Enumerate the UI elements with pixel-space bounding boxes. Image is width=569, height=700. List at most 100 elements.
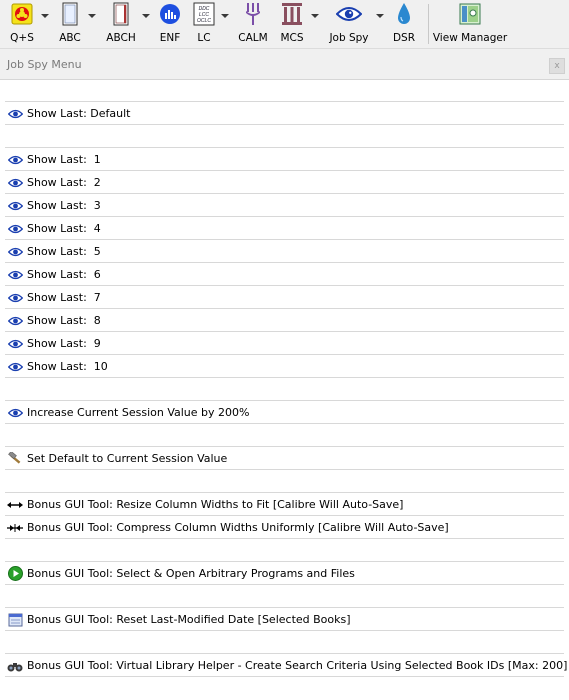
chevron-down-icon[interactable] bbox=[311, 14, 319, 18]
menu-item-show-last-8[interactable]: Show Last: 8 bbox=[5, 310, 564, 332]
toolbar-label-qs: Q+S bbox=[10, 32, 34, 44]
menu-item-show-last-5[interactable]: Show Last: 5 bbox=[5, 241, 564, 263]
toolbar-button-qs[interactable]: Q+S bbox=[7, 0, 37, 48]
menu-item-show-last-4[interactable]: Show Last: 4 bbox=[5, 218, 564, 240]
eye-icon bbox=[7, 245, 23, 259]
menu-item-show-last-10[interactable]: Show Last: 10 bbox=[5, 356, 564, 378]
chevron-down-icon[interactable] bbox=[88, 14, 96, 18]
list-separator-row bbox=[5, 471, 564, 493]
job-spy-menu-list: Show Last: Default Show Last: 1 Show Las… bbox=[0, 79, 569, 700]
eye-icon bbox=[7, 337, 23, 351]
eye-icon bbox=[7, 406, 23, 420]
menu-item-label: Show Last: 1 bbox=[27, 153, 101, 166]
panel-title: Job Spy Menu bbox=[7, 58, 82, 71]
menu-item-label: Show Last: 8 bbox=[27, 314, 101, 327]
list-separator-row bbox=[5, 126, 564, 148]
toolbar-button-view-manager[interactable]: View Manager bbox=[432, 0, 508, 48]
chevron-down-icon[interactable] bbox=[41, 14, 49, 18]
toolbar-button-abc[interactable]: ABC bbox=[56, 0, 84, 48]
toolbar-button-calm[interactable]: CALM bbox=[238, 0, 268, 48]
menu-item-label: Bonus GUI Tool: Compress Column Widths U… bbox=[27, 521, 449, 534]
chevron-down-icon[interactable] bbox=[142, 14, 150, 18]
biohazard-icon bbox=[11, 2, 33, 26]
menu-item-show-last-6[interactable]: Show Last: 6 bbox=[5, 264, 564, 286]
list-separator-row bbox=[5, 425, 564, 447]
play-icon bbox=[7, 566, 23, 581]
toolbar-label-lc: LC bbox=[197, 32, 211, 44]
svg-text:OCLC: OCLC bbox=[197, 18, 211, 24]
menu-item-show-last-9[interactable]: Show Last: 9 bbox=[5, 333, 564, 355]
binoculars-icon bbox=[7, 659, 23, 673]
compress-arrows-icon bbox=[7, 521, 23, 535]
toolbar-label-abch: ABCH bbox=[106, 32, 136, 44]
list-separator-row bbox=[5, 540, 564, 562]
view-manager-icon bbox=[459, 2, 481, 26]
menu-item-virtual-library-helper[interactable]: Bonus GUI Tool: Virtual Library Helper -… bbox=[5, 655, 568, 677]
toolbar-separator bbox=[428, 4, 429, 44]
toolbar: Q+S ABC ABCH ENF DDC LCC OCLC LC CALM MC… bbox=[0, 0, 569, 49]
hammer-icon bbox=[7, 451, 23, 466]
close-button[interactable]: x bbox=[549, 58, 565, 74]
calendar-icon bbox=[7, 613, 23, 627]
eye-icon bbox=[7, 291, 23, 305]
menu-item-label: Bonus GUI Tool: Reset Last-Modified Date… bbox=[27, 613, 351, 626]
toolbar-button-dsr[interactable]: DSR bbox=[392, 0, 416, 48]
toolbar-label-job-spy: Job Spy bbox=[329, 32, 369, 44]
toolbar-label-enf: ENF bbox=[159, 32, 181, 44]
eye-icon bbox=[7, 268, 23, 282]
toolbar-button-mcs[interactable]: MCS bbox=[279, 0, 305, 48]
list-separator-row bbox=[5, 379, 564, 401]
chevron-down-icon[interactable] bbox=[221, 14, 229, 18]
chevron-down-icon[interactable] bbox=[376, 14, 384, 18]
eye-icon bbox=[7, 153, 23, 167]
menu-item-label: Show Last: 3 bbox=[27, 199, 101, 212]
menu-item-label: Show Last: Default bbox=[27, 107, 131, 120]
water-drop-icon bbox=[393, 2, 415, 26]
menu-item-increase-session-value[interactable]: Increase Current Session Value by 200% bbox=[5, 402, 564, 424]
menu-item-label: Show Last: 6 bbox=[27, 268, 101, 281]
menu-item-show-last-7[interactable]: Show Last: 7 bbox=[5, 287, 564, 309]
menu-item-compress-columns[interactable]: Bonus GUI Tool: Compress Column Widths U… bbox=[5, 517, 564, 539]
toolbar-label-calm: CALM bbox=[238, 32, 268, 44]
menu-item-label: Show Last: 9 bbox=[27, 337, 101, 350]
catalog-card-icon: DDC LCC OCLC bbox=[193, 2, 215, 26]
toolbar-label-view-manager: View Manager bbox=[432, 32, 508, 44]
toolbar-button-enf[interactable]: ENF bbox=[157, 0, 183, 48]
menu-item-show-last-1[interactable]: Show Last: 1 bbox=[5, 149, 564, 171]
pillar-icon bbox=[281, 2, 303, 26]
list-separator-row bbox=[5, 80, 564, 102]
menu-item-show-last-default[interactable]: Show Last: Default bbox=[5, 103, 564, 125]
book-icon bbox=[59, 2, 81, 26]
menu-item-label: Bonus GUI Tool: Virtual Library Helper -… bbox=[27, 659, 568, 672]
eye-icon bbox=[7, 222, 23, 236]
toolbar-label-dsr: DSR bbox=[392, 32, 416, 44]
toolbar-button-job-spy[interactable]: Job Spy bbox=[329, 0, 369, 48]
menu-item-label: Show Last: 10 bbox=[27, 360, 108, 373]
fork-icon bbox=[242, 2, 264, 26]
menu-item-label: Increase Current Session Value by 200% bbox=[27, 406, 250, 419]
eye-icon bbox=[7, 360, 23, 374]
menu-item-show-last-2[interactable]: Show Last: 2 bbox=[5, 172, 564, 194]
book-icon bbox=[110, 2, 132, 26]
menu-item-label: Show Last: 5 bbox=[27, 245, 101, 258]
eye-icon bbox=[7, 107, 23, 121]
eye-icon bbox=[7, 176, 23, 190]
menu-item-show-last-3[interactable]: Show Last: 3 bbox=[5, 195, 564, 217]
toolbar-button-lc[interactable]: DDC LCC OCLC LC bbox=[192, 0, 216, 48]
menu-item-label: Show Last: 2 bbox=[27, 176, 101, 189]
menu-item-open-programs[interactable]: Bonus GUI Tool: Select & Open Arbitrary … bbox=[5, 563, 564, 585]
list-separator-row bbox=[5, 586, 564, 608]
menu-item-reset-date[interactable]: Bonus GUI Tool: Reset Last-Modified Date… bbox=[5, 609, 564, 631]
panel-header: Job Spy Menu bbox=[0, 50, 569, 78]
menu-item-label: Bonus GUI Tool: Select & Open Arbitrary … bbox=[27, 567, 355, 580]
toolbar-label-abc: ABC bbox=[59, 32, 81, 44]
menu-item-label: Set Default to Current Session Value bbox=[27, 452, 228, 465]
list-separator-row bbox=[5, 632, 564, 654]
toolbar-label-mcs: MCS bbox=[280, 32, 304, 44]
bar-chart-icon bbox=[159, 2, 181, 26]
eye-icon bbox=[336, 2, 362, 26]
menu-item-set-default[interactable]: Set Default to Current Session Value bbox=[5, 448, 564, 470]
menu-item-resize-columns[interactable]: Bonus GUI Tool: Resize Column Widths to … bbox=[5, 494, 564, 516]
toolbar-button-abch[interactable]: ABCH bbox=[105, 0, 137, 48]
menu-item-label: Bonus GUI Tool: Resize Column Widths to … bbox=[27, 498, 404, 511]
